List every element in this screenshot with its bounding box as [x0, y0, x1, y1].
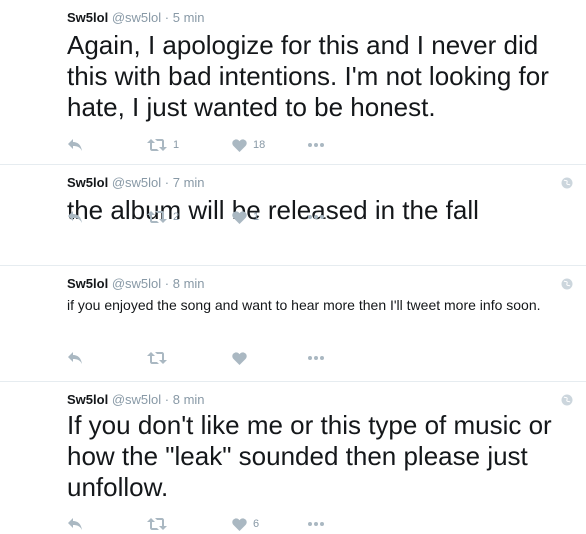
more-button[interactable] — [307, 207, 325, 227]
like-button[interactable]: 18 — [232, 135, 265, 155]
separator: · — [164, 276, 170, 291]
tweet-actions — [67, 348, 367, 368]
reply-button[interactable] — [67, 135, 83, 155]
retweet-button[interactable] — [147, 514, 173, 534]
like-icon — [232, 517, 247, 531]
more-icon — [308, 356, 324, 360]
like-button[interactable]: 1 — [232, 207, 259, 227]
retweet-count: 2 — [173, 211, 180, 223]
like-icon — [232, 138, 247, 152]
author-name[interactable]: Sw5lol — [67, 10, 108, 25]
like-icon — [232, 351, 247, 365]
reply-button[interactable] — [67, 207, 83, 227]
timestamp[interactable]: 8 min — [173, 392, 205, 407]
like-count: 6 — [253, 518, 260, 530]
author-handle[interactable]: @sw5lol — [112, 175, 161, 190]
timestamp[interactable]: 7 min — [173, 175, 205, 190]
tweet-header: Sw5lol @sw5lol · 8 min — [67, 276, 205, 292]
reply-icon — [68, 518, 82, 530]
retweet-button[interactable]: 1 — [147, 135, 179, 155]
retweet-icon — [147, 352, 167, 364]
reply-button[interactable] — [67, 514, 83, 534]
tweet-text: if you enjoyed the song and want to hear… — [67, 297, 541, 313]
author-name[interactable]: Sw5lol — [67, 276, 108, 291]
retweet-icon — [147, 211, 167, 223]
reply-button[interactable] — [67, 348, 83, 368]
tweet-header: Sw5lol @sw5lol · 8 min — [67, 392, 205, 408]
author-handle[interactable]: @sw5lol — [112, 392, 161, 407]
like-button[interactable] — [232, 348, 253, 368]
globe-icon — [561, 394, 573, 406]
timestamp[interactable]: 5 min — [173, 10, 205, 25]
like-count: 1 — [253, 211, 260, 223]
more-button[interactable] — [307, 514, 325, 534]
like-button[interactable]: 6 — [232, 514, 259, 534]
retweet-count: 1 — [173, 139, 180, 151]
tweet-header: Sw5lol @sw5lol · 7 min — [67, 175, 205, 191]
tweet[interactable]: Sw5lol @sw5lol · 5 min Again, I apologiz… — [0, 0, 586, 165]
tweet-actions: 1 18 — [67, 135, 367, 155]
author-handle[interactable]: @sw5lol — [112, 10, 161, 25]
tweet[interactable]: Sw5lol @sw5lol · 8 min If you don't like… — [0, 382, 586, 534]
separator: · — [164, 175, 170, 190]
retweet-button[interactable] — [147, 348, 173, 368]
globe-icon — [561, 278, 573, 290]
tweet-actions: 2 1 — [67, 207, 367, 227]
more-button[interactable] — [307, 135, 325, 155]
retweet-icon — [147, 518, 167, 530]
tweet-header: Sw5lol @sw5lol · 5 min — [67, 10, 205, 26]
globe-icon — [561, 177, 573, 189]
reply-icon — [68, 139, 82, 151]
author-name[interactable]: Sw5lol — [67, 175, 108, 190]
more-icon — [308, 215, 324, 219]
more-icon — [308, 522, 324, 526]
retweet-button[interactable]: 2 — [147, 207, 179, 227]
author-handle[interactable]: @sw5lol — [112, 276, 161, 291]
tweet-text: Again, I apologize for this and I never … — [67, 30, 549, 122]
separator: · — [164, 10, 170, 25]
tweet[interactable]: Sw5lol @sw5lol · 8 min if you enjoyed th… — [0, 266, 586, 382]
more-icon — [308, 143, 324, 147]
tweet-actions: 6 — [67, 514, 367, 534]
more-button[interactable] — [307, 348, 325, 368]
reply-icon — [68, 211, 82, 223]
author-name[interactable]: Sw5lol — [67, 392, 108, 407]
like-icon — [232, 210, 247, 224]
retweet-icon — [147, 139, 167, 151]
separator: · — [164, 392, 170, 407]
like-count: 18 — [253, 139, 266, 151]
timestamp[interactable]: 8 min — [173, 276, 205, 291]
timeline: Sw5lol @sw5lol · 5 min Again, I apologiz… — [0, 0, 586, 534]
tweet[interactable]: Sw5lol @sw5lol · 7 min the album will be… — [0, 165, 586, 266]
reply-icon — [68, 352, 82, 364]
tweet-text: If you don't like me or this type of mus… — [67, 410, 552, 502]
